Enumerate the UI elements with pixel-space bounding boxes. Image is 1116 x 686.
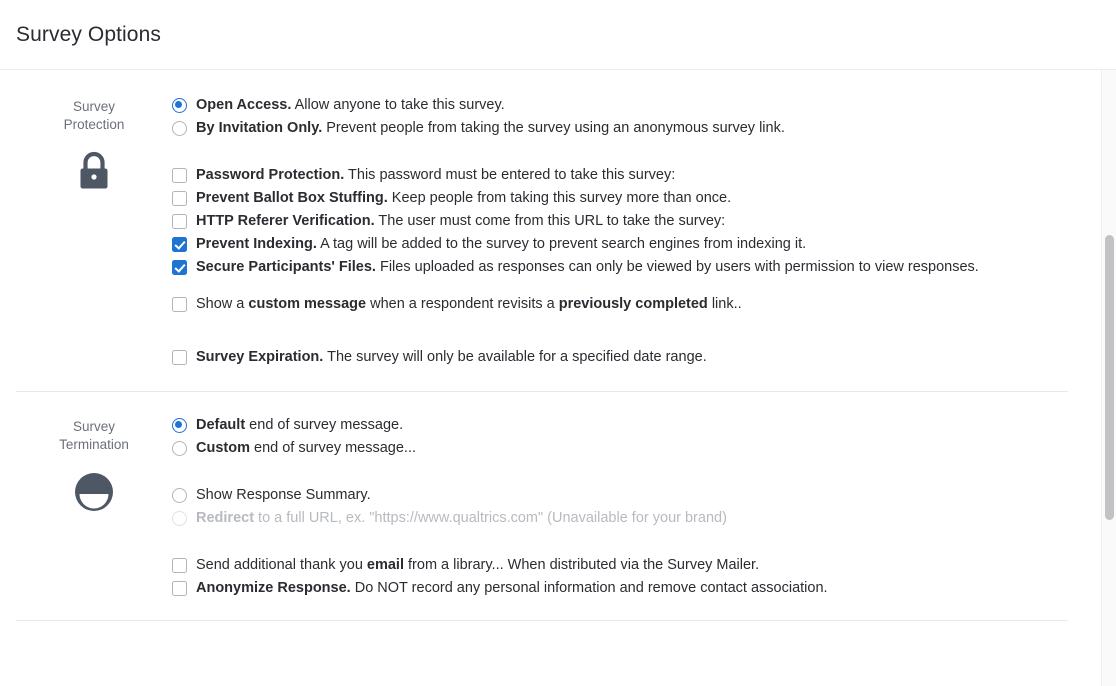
section-survey-protection: Survey Protection Open Access. Allow any…: [0, 70, 1116, 371]
bottom-divider: [16, 620, 1068, 621]
checkbox-row-anonymize-response[interactable]: Anonymize Response. Do NOT record any pe…: [172, 579, 1068, 598]
radio-redirect-url-rest: to a full URL, ex. "https://www.qualtric…: [254, 510, 727, 526]
checkbox-send-thank-you-email[interactable]: [172, 558, 187, 573]
checkbox-survey-expiration-rest: The survey will only be available for a …: [323, 349, 707, 365]
survey-termination-label: Survey Termination: [59, 419, 129, 452]
custom-message-post: link..: [707, 296, 742, 312]
radio-default-end-message-rest: end of survey message.: [245, 417, 404, 433]
checkbox-http-referer-verification-rest: The user must come from this URL to take…: [374, 213, 726, 229]
vertical-scrollbar-track[interactable]: [1101, 70, 1116, 686]
checkbox-password-protection[interactable]: [172, 168, 187, 183]
checkbox-password-protection-label: Password Protection. This password must …: [187, 166, 675, 185]
radio-custom-end-message-rest: end of survey message...: [249, 440, 417, 456]
vertical-scrollbar-thumb[interactable]: [1105, 235, 1114, 520]
send-email-post: from a library... When distributed via t…: [404, 557, 760, 573]
radio-row-show-response-summary[interactable]: Show Response Summary.: [172, 486, 1068, 505]
checkbox-secure-participants-files-label: Secure Participants' Files. Files upload…: [187, 258, 979, 277]
custom-message-mid: when a respondent revisits a: [366, 296, 559, 312]
radio-row-by-invitation-only[interactable]: By Invitation Only. Prevent people from …: [172, 119, 1068, 138]
custom-message-strong2: previously completed: [558, 296, 708, 312]
survey-protection-options: Open Access. Allow anyone to take this s…: [172, 96, 1068, 371]
radio-row-open-access[interactable]: Open Access. Allow anyone to take this s…: [172, 96, 1068, 115]
checkbox-survey-expiration-label: Survey Expiration. The survey will only …: [187, 348, 707, 367]
survey-termination-options: Default end of survey message. Custom en…: [172, 416, 1068, 602]
checkbox-prevent-ballot-box-stuffing[interactable]: [172, 191, 187, 206]
checkbox-row-prevent-indexing[interactable]: Prevent Indexing. A tag will be added to…: [172, 235, 1068, 254]
checkbox-secure-participants-files[interactable]: [172, 260, 187, 275]
checkbox-survey-expiration[interactable]: [172, 350, 187, 365]
checkbox-row-http-referer-verification[interactable]: HTTP Referer Verification. The user must…: [172, 212, 1068, 231]
radio-row-redirect-url: Redirect to a full URL, ex. "https://www…: [172, 509, 1068, 528]
radio-custom-end-message-label: Custom end of survey message...: [187, 439, 416, 458]
radio-by-invitation-only[interactable]: [172, 121, 187, 136]
checkbox-anonymize-response[interactable]: [172, 581, 187, 596]
send-email-strong: email: [366, 557, 404, 573]
checkbox-row-custom-message[interactable]: Show a custom message when a respondent …: [172, 295, 1068, 314]
radio-redirect-url-label: Redirect to a full URL, ex. "https://www…: [187, 509, 727, 528]
options-scroll-region[interactable]: Survey Protection Open Access. Allow any…: [0, 70, 1116, 686]
custom-message-strong1: custom message: [248, 296, 367, 312]
survey-options-page: Survey Options Survey Protection Open Ac…: [0, 0, 1116, 686]
radio-open-access-label: Open Access. Allow anyone to take this s…: [187, 96, 505, 115]
checkbox-row-prevent-ballot-box-stuffing[interactable]: Prevent Ballot Box Stuffing. Keep people…: [172, 189, 1068, 208]
radio-by-invitation-only-rest: Prevent people from taking the survey us…: [322, 120, 785, 136]
checkbox-row-secure-participants-files[interactable]: Secure Participants' Files. Files upload…: [172, 258, 1068, 277]
checkbox-send-thank-you-email-label: Send additional thank you email from a l…: [187, 556, 759, 575]
radio-open-access-rest: Allow anyone to take this survey.: [291, 97, 505, 113]
radio-row-default-end-message[interactable]: Default end of survey message.: [172, 416, 1068, 435]
radio-redirect-url-strong: Redirect: [196, 510, 255, 526]
checkbox-row-password-protection[interactable]: Password Protection. This password must …: [172, 166, 1068, 185]
send-email-pre: Send additional thank you: [196, 557, 367, 573]
checkbox-password-protection-rest: This password must be entered to take th…: [344, 167, 676, 183]
checkbox-secure-participants-files-rest: Files uploaded as responses can only be …: [375, 259, 979, 275]
checkbox-prevent-indexing-strong: Prevent Indexing.: [196, 236, 317, 252]
radio-show-response-summary-label: Show Response Summary.: [196, 487, 371, 503]
radio-open-access-strong: Open Access.: [196, 97, 292, 113]
checkbox-row-survey-expiration[interactable]: Survey Expiration. The survey will only …: [172, 348, 1068, 367]
radio-default-end-message-label: Default end of survey message.: [187, 416, 403, 435]
checkbox-anonymize-response-rest: Do NOT record any personal information a…: [350, 580, 828, 596]
radio-row-custom-end-message[interactable]: Custom end of survey message...: [172, 439, 1068, 458]
checkbox-custom-message[interactable]: [172, 297, 187, 312]
section-survey-termination: Survey Termination Default end of survey…: [0, 392, 1116, 602]
checkbox-prevent-indexing-rest: A tag will be added to the survey to pre…: [316, 236, 807, 252]
radio-redirect-url: [172, 511, 187, 526]
checkbox-http-referer-verification-label: HTTP Referer Verification. The user must…: [187, 212, 725, 231]
custom-message-pre: Show a: [196, 296, 249, 312]
page-header: Survey Options: [0, 0, 1116, 70]
radio-custom-end-message-strong: Custom: [196, 440, 250, 456]
lock-icon: [16, 150, 172, 194]
checkbox-row-send-thank-you-email[interactable]: Send additional thank you email from a l…: [172, 556, 1068, 575]
radio-by-invitation-only-label: By Invitation Only. Prevent people from …: [187, 119, 785, 138]
radio-custom-end-message[interactable]: [172, 441, 187, 456]
radio-open-access[interactable]: [172, 98, 187, 113]
checkbox-prevent-ballot-box-stuffing-strong: Prevent Ballot Box Stuffing.: [196, 190, 388, 206]
checkbox-survey-expiration-strong: Survey Expiration.: [196, 349, 324, 365]
radio-show-response-summary[interactable]: [172, 488, 187, 503]
checkbox-secure-participants-files-strong: Secure Participants' Files.: [196, 259, 376, 275]
radio-default-end-message[interactable]: [172, 418, 187, 433]
survey-protection-label: Survey Protection: [63, 99, 125, 132]
checkbox-http-referer-verification-strong: HTTP Referer Verification.: [196, 213, 375, 229]
checkbox-prevent-ballot-box-stuffing-rest: Keep people from taking this survey more…: [387, 190, 732, 206]
checkbox-prevent-ballot-box-stuffing-label: Prevent Ballot Box Stuffing. Keep people…: [187, 189, 731, 208]
checkbox-custom-message-label: Show a custom message when a respondent …: [187, 295, 742, 314]
survey-termination-label-column: Survey Termination: [16, 416, 172, 602]
checkbox-anonymize-response-strong: Anonymize Response.: [196, 580, 351, 596]
radio-default-end-message-strong: Default: [196, 417, 246, 433]
checkbox-anonymize-response-label: Anonymize Response. Do NOT record any pe…: [187, 579, 828, 598]
checkbox-password-protection-strong: Password Protection.: [196, 167, 345, 183]
page-title: Survey Options: [16, 22, 161, 46]
checkbox-http-referer-verification[interactable]: [172, 214, 187, 229]
checkbox-prevent-indexing[interactable]: [172, 237, 187, 252]
stop-circle-icon: [16, 470, 172, 514]
survey-protection-label-column: Survey Protection: [16, 96, 172, 371]
radio-by-invitation-only-strong: By Invitation Only.: [196, 120, 323, 136]
checkbox-prevent-indexing-label: Prevent Indexing. A tag will be added to…: [187, 235, 806, 254]
